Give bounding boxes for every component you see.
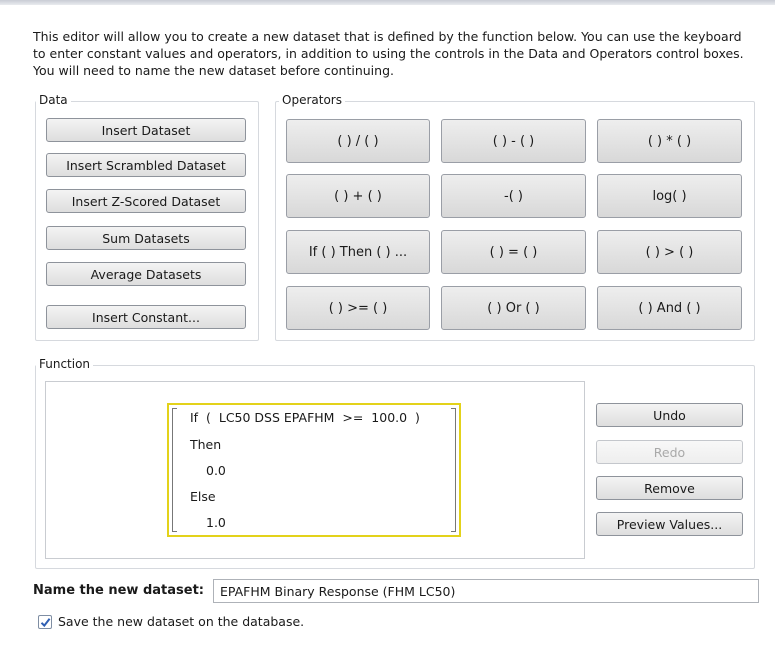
or-operator-button[interactable]: ( ) Or ( ) (441, 286, 586, 330)
dataset-name-input[interactable] (213, 579, 759, 603)
function-line-else-value: 1.0 (206, 515, 226, 530)
function-line-then-value: 0.0 (206, 463, 226, 478)
save-dataset-checkbox[interactable] (38, 615, 52, 629)
intro-text: This editor will allow you to create a n… (33, 29, 744, 78)
checkmark-icon (40, 618, 51, 628)
insert-constant-button[interactable]: Insert Constant... (46, 305, 246, 329)
right-brace (451, 408, 456, 532)
save-dataset-label: Save the new dataset on the database. (58, 614, 305, 629)
preview-values-button[interactable]: Preview Values... (596, 512, 743, 536)
if-then-operator-button[interactable]: If ( ) Then ( ) ... (286, 230, 430, 274)
window-top-edge (0, 0, 775, 5)
dataset-name-label: Name the new dataset: (33, 583, 204, 598)
average-datasets-button[interactable]: Average Datasets (46, 262, 246, 286)
multiply-operator-button[interactable]: ( ) * ( ) (597, 119, 742, 163)
log-operator-button[interactable]: log( ) (597, 174, 742, 218)
redo-button[interactable]: Redo (596, 440, 743, 464)
function-line-if: If ( LC50 DSS EPAFHM >= 100.0 ) (190, 410, 420, 425)
left-brace (172, 408, 177, 532)
data-group-label: Data (36, 93, 71, 107)
add-operator-button[interactable]: ( ) + ( ) (286, 174, 430, 218)
function-line-else: Else (190, 489, 216, 504)
greater-than-operator-button[interactable]: ( ) > ( ) (597, 230, 742, 274)
equals-operator-button[interactable]: ( ) = ( ) (441, 230, 586, 274)
and-operator-button[interactable]: ( ) And ( ) (597, 286, 742, 330)
function-group-label: Function (36, 357, 94, 371)
greater-equal-operator-button[interactable]: ( ) >= ( ) (286, 286, 430, 330)
operators-group-label: Operators (279, 93, 345, 107)
insert-z-scored-dataset-button[interactable]: Insert Z-Scored Dataset (46, 189, 246, 213)
undo-button[interactable]: Undo (596, 403, 743, 427)
insert-scrambled-dataset-button[interactable]: Insert Scrambled Dataset (46, 153, 246, 177)
divide-operator-button[interactable]: ( ) / ( ) (286, 119, 430, 163)
subtract-operator-button[interactable]: ( ) - ( ) (441, 119, 586, 163)
function-line-then: Then (190, 437, 222, 452)
sum-datasets-button[interactable]: Sum Datasets (46, 226, 246, 250)
negate-operator-button[interactable]: -( ) (441, 174, 586, 218)
remove-button[interactable]: Remove (596, 476, 743, 500)
insert-dataset-button[interactable]: Insert Dataset (46, 118, 246, 142)
